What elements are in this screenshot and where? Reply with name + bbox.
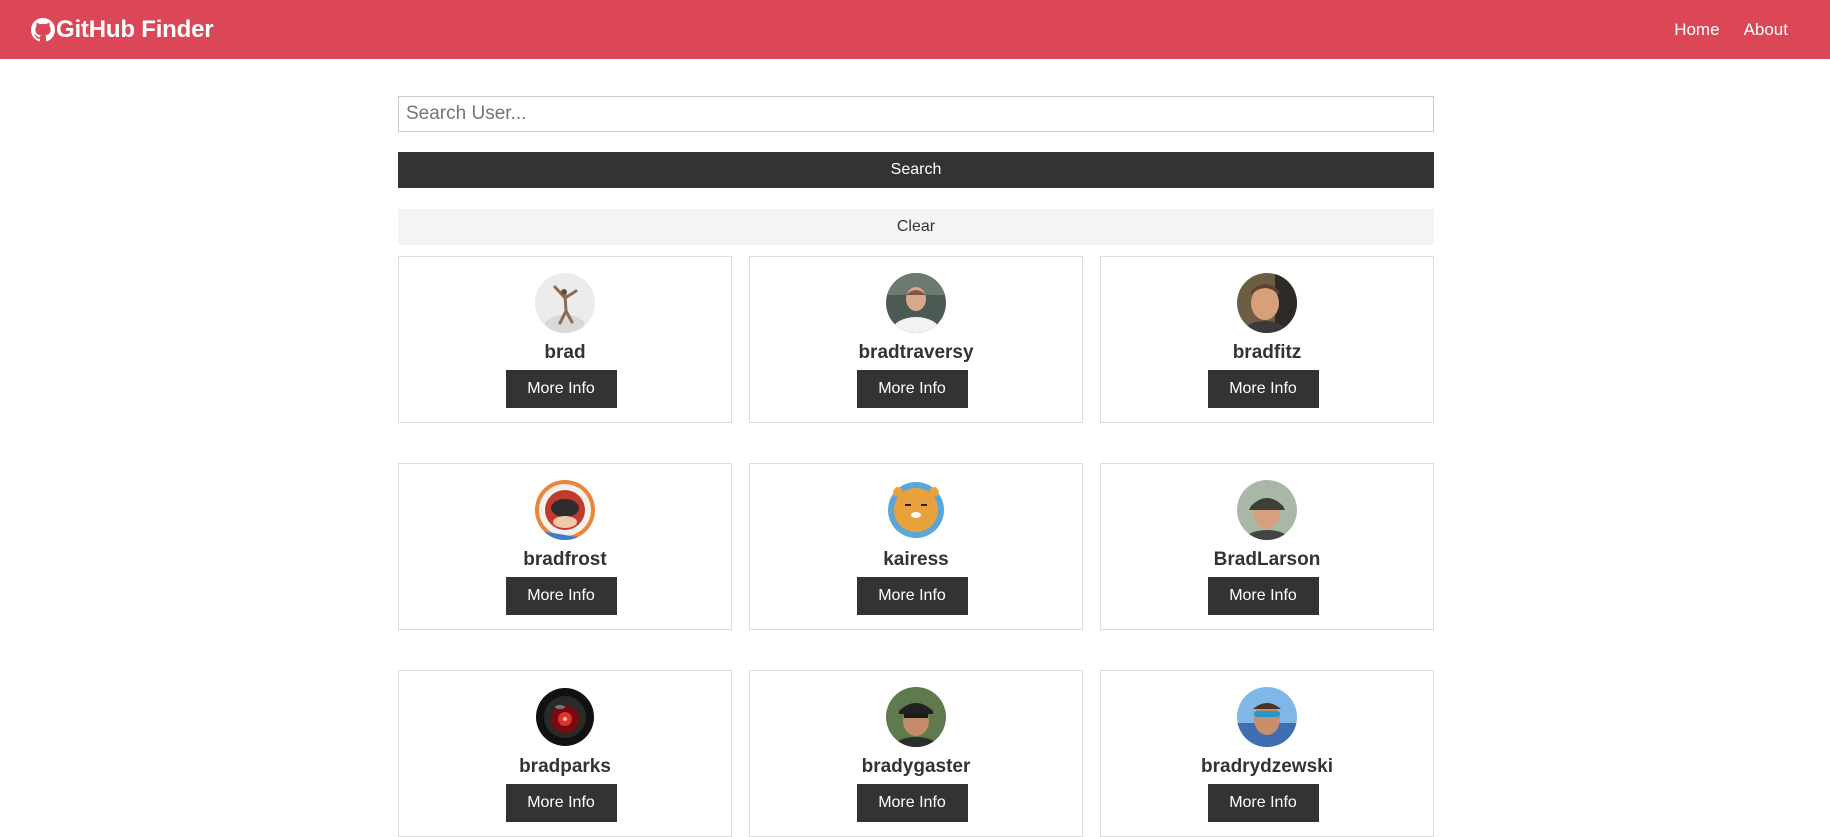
user-card: brad More Info xyxy=(398,256,732,423)
clear-button[interactable]: Clear xyxy=(398,209,1434,245)
user-login: BradLarson xyxy=(1213,549,1321,570)
user-card: kairess More Info xyxy=(749,463,1083,630)
avatar xyxy=(886,273,946,333)
user-login: bradfitz xyxy=(1232,342,1302,363)
avatar xyxy=(535,273,595,333)
user-login: bradparks xyxy=(519,756,611,777)
brand-title: GitHub Finder xyxy=(56,15,214,43)
user-card: bradfitz More Info xyxy=(1100,256,1434,423)
avatar xyxy=(535,687,595,747)
more-info-button[interactable]: More Info xyxy=(505,577,617,615)
avatar xyxy=(1237,273,1297,333)
avatar xyxy=(886,687,946,747)
user-card: BradLarson More Info xyxy=(1100,463,1434,630)
user-login: bradygaster xyxy=(861,756,971,777)
user-login: bradrydzewski xyxy=(1201,756,1333,777)
user-card: bradfrost More Info xyxy=(398,463,732,630)
navbar: GitHub Finder Home About xyxy=(0,0,1830,59)
search-button[interactable]: Search xyxy=(398,152,1434,188)
more-info-button[interactable]: More Info xyxy=(856,577,968,615)
nav-link-about[interactable]: About xyxy=(1744,20,1788,40)
user-login: brad xyxy=(544,342,586,363)
avatar xyxy=(886,480,946,540)
user-login: kairess xyxy=(883,549,949,570)
user-card: bradrydzewski More Info xyxy=(1100,670,1434,837)
user-login: bradfrost xyxy=(523,549,607,570)
more-info-button[interactable]: More Info xyxy=(1207,784,1319,822)
avatar xyxy=(1237,480,1297,540)
nav-link-home[interactable]: Home xyxy=(1674,20,1719,40)
github-icon xyxy=(31,17,55,42)
user-grid: brad More Info bradtraversy More Info br… xyxy=(398,256,1434,837)
brand[interactable]: GitHub Finder xyxy=(31,15,214,44)
user-card: bradtraversy More Info xyxy=(749,256,1083,423)
user-card: bradparks More Info xyxy=(398,670,732,837)
avatar xyxy=(1237,687,1297,747)
user-card: bradygaster More Info xyxy=(749,670,1083,837)
user-login: bradtraversy xyxy=(858,342,974,363)
main-container: Search Clear brad More Info bradtraversy… xyxy=(398,96,1434,837)
more-info-button[interactable]: More Info xyxy=(505,784,617,822)
search-input[interactable] xyxy=(398,96,1434,132)
nav-links: Home About xyxy=(1674,20,1788,40)
avatar xyxy=(535,480,595,540)
more-info-button[interactable]: More Info xyxy=(856,370,968,408)
more-info-button[interactable]: More Info xyxy=(505,370,617,408)
more-info-button[interactable]: More Info xyxy=(856,784,968,822)
more-info-button[interactable]: More Info xyxy=(1207,577,1319,615)
more-info-button[interactable]: More Info xyxy=(1207,370,1319,408)
